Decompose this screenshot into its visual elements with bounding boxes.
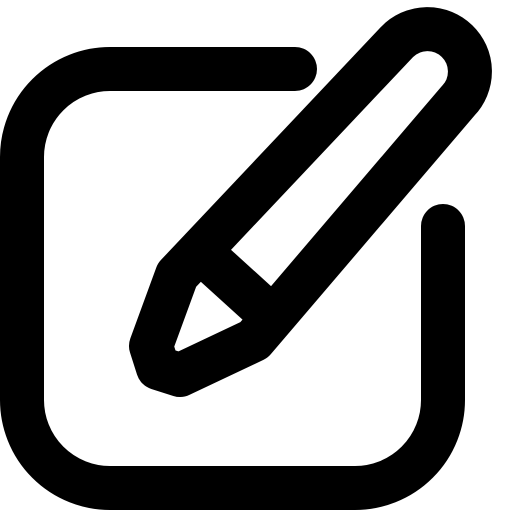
edit-icon bbox=[0, 7, 492, 510]
pencil-band bbox=[189, 238, 273, 321]
icon-canvas bbox=[0, 0, 512, 512]
